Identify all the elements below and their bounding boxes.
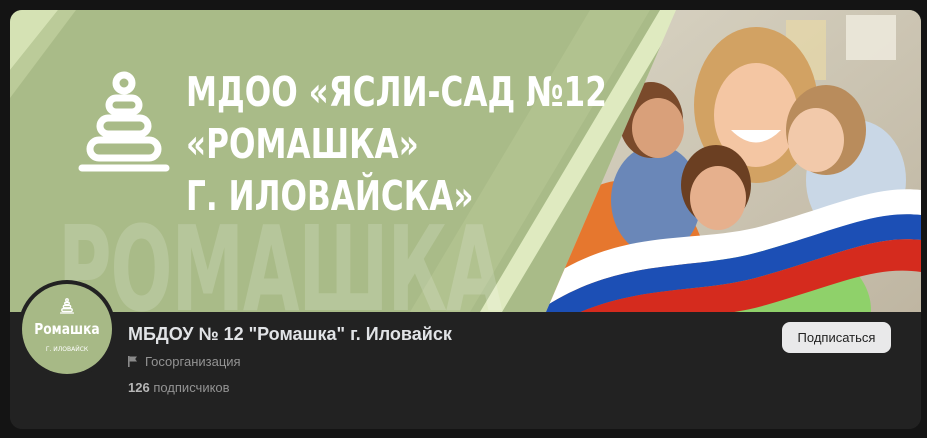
cover-title-line2: «РОМАШКА» — [186, 120, 419, 168]
cover-title: МДОО «ЯСЛИ-САД №12 «РОМАШКА» Г. ИЛОВАЙСК… — [186, 66, 607, 222]
community-avatar[interactable]: Ромашка Г. ИЛОВАЙСК — [18, 280, 116, 378]
children-photo — [546, 10, 921, 312]
avatar-circle: Ромашка Г. ИЛОВАЙСК — [22, 284, 112, 374]
subscribe-button[interactable]: Подписаться — [782, 322, 891, 353]
cover-title-line1: МДОО «ЯСЛИ-САД №12 — [186, 68, 607, 116]
community-type: Госорганизация — [128, 354, 241, 369]
cover-title-line3: Г. ИЛОВАЙСКА» — [186, 172, 474, 220]
cover-image: РОМАШКА МДОО «ЯСЛИ-САД №12 «РОМАШКА» Г. … — [10, 10, 921, 312]
avatar-city: Г. ИЛОВАЙСК — [45, 346, 89, 353]
followers-label: подписчиков — [153, 380, 230, 395]
community-name[interactable]: МБДОУ № 12 "Ромашка" г. Иловайск — [128, 324, 452, 345]
pyramid-toy-icon — [78, 71, 170, 172]
flag-icon — [128, 356, 137, 367]
community-type-label: Госорганизация — [145, 354, 241, 369]
avatar-name: Ромашка — [34, 320, 100, 338]
followers-number: 126 — [128, 380, 150, 395]
followers-count[interactable]: 126 подписчиков — [128, 380, 230, 395]
pyramid-toy-icon — [60, 298, 74, 314]
